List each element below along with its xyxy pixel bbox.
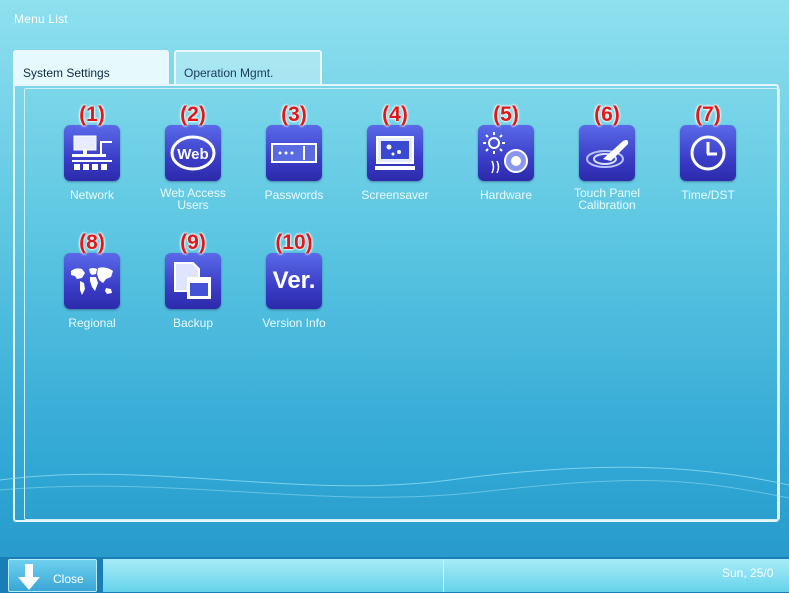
item-label: Hardware: [479, 188, 533, 202]
footer-status-area: [103, 559, 789, 592]
close-button[interactable]: Close: [8, 559, 97, 592]
web-icon[interactable]: Web: [165, 125, 221, 181]
menu-item-passwords[interactable]: (3) Passwords: [239, 103, 349, 201]
item-label: Network: [69, 188, 114, 202]
item-number: (8): [79, 231, 105, 254]
item-number: (9): [180, 231, 206, 254]
menu-item-backup[interactable]: (9) Backup: [138, 231, 248, 329]
touch-panel-icon[interactable]: [579, 125, 635, 181]
footer-divider: [443, 559, 444, 592]
svg-text:Web: Web: [177, 146, 208, 163]
menu-item-time-dst[interactable]: (7) Time/DST: [653, 103, 763, 201]
hardware-icon[interactable]: [478, 125, 534, 181]
menu-item-web-access-users[interactable]: (2) Web Web Access Users: [138, 103, 248, 211]
arrow-down-icon: [18, 564, 40, 590]
item-label: Passwords: [264, 188, 324, 202]
item-number: (4): [382, 103, 408, 126]
version-glyph: Ver.: [272, 267, 316, 294]
menu-item-regional[interactable]: (8) Regional: [37, 231, 147, 329]
item-number: (3): [281, 103, 307, 126]
backup-icon[interactable]: [165, 253, 221, 309]
clock-icon[interactable]: [680, 125, 736, 181]
item-label: Web Access Users: [160, 186, 226, 212]
item-label: Screensaver: [361, 188, 429, 202]
item-number: (6): [594, 103, 620, 126]
tab-system-settings[interactable]: System Settings: [13, 50, 169, 84]
item-label: Backup: [172, 316, 214, 330]
item-label: Regional: [68, 316, 116, 330]
password-icon[interactable]: [266, 125, 322, 181]
version-icon[interactable]: Ver.: [266, 253, 322, 309]
screensaver-icon[interactable]: [367, 125, 423, 181]
menu-item-screensaver[interactable]: (4) Screensaver: [340, 103, 450, 201]
menu-item-touch-panel-calibration[interactable]: (6) Touch Panel Calibration: [552, 103, 662, 211]
close-button-label: Close: [53, 572, 84, 586]
network-icon[interactable]: [64, 125, 120, 181]
window-title: Menu List: [14, 12, 68, 26]
item-number: (5): [493, 103, 519, 126]
menu-item-hardware[interactable]: (5) Hardware: [451, 103, 561, 201]
item-label: Version Info: [262, 316, 326, 330]
background-wave-decoration: [0, 466, 789, 499]
world-map-icon[interactable]: [64, 253, 120, 309]
item-number: (1): [79, 103, 105, 126]
item-number: (10): [275, 231, 313, 254]
status-date: Sun, 25/0: [722, 566, 774, 580]
item-label: Time/DST: [681, 188, 735, 202]
tab-operation-mgmt[interactable]: Operation Mgmt.: [174, 50, 322, 84]
item-number: (7): [695, 103, 721, 126]
menu-item-network[interactable]: (1) Network: [37, 103, 147, 201]
item-label: Touch Panel Calibration: [573, 186, 641, 212]
menu-item-version-info[interactable]: (10) Ver. Version Info: [239, 231, 349, 329]
item-number: (2): [180, 103, 206, 126]
